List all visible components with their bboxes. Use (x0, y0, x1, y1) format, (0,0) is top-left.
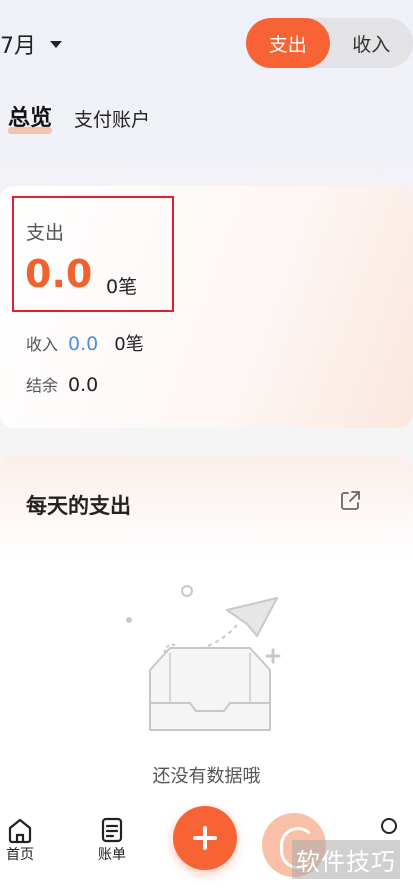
tab-overview[interactable]: 总览 (8, 100, 53, 134)
income-count: 0笔 (114, 334, 144, 355)
expense-value: 0.0 (25, 252, 93, 296)
share-icon[interactable] (338, 489, 362, 513)
empty-state-text: 还没有数据哦 (152, 766, 261, 787)
bill-icon (101, 817, 123, 843)
nav-home[interactable]: 首页 (0, 816, 44, 864)
nav-bills-label: 账单 (98, 847, 126, 863)
month-selector[interactable]: 7月 (0, 28, 62, 60)
nav-bills[interactable]: 账单 (88, 816, 136, 864)
income-label: 收入 (26, 335, 59, 354)
income-value: 0.0 (68, 333, 99, 355)
nav-home-label: 首页 (6, 847, 34, 863)
empty-box-illustration (126, 585, 281, 731)
balance-value: 0.0 (68, 374, 99, 396)
expense-count: 0笔 (106, 276, 138, 298)
caret-down-icon (50, 40, 62, 48)
view-tabs: 总览 支付账户 (8, 100, 150, 134)
balance-label: 结余 (26, 376, 59, 395)
watermark: 软件技巧 (292, 840, 400, 879)
add-record-button[interactable] (173, 806, 237, 870)
tab-payment-account[interactable]: 支付账户 (74, 105, 150, 132)
toggle-income[interactable]: 收入 (330, 18, 413, 68)
plus-icon (193, 826, 217, 850)
month-label: 7月 (0, 34, 36, 59)
balance-row: 结余 0.0 (26, 372, 98, 396)
home-icon (8, 818, 32, 844)
toggle-expense[interactable]: 支出 (246, 18, 330, 68)
expense-income-toggle: 支出 收入 (246, 18, 413, 68)
nav-profile-icon[interactable] (381, 818, 397, 834)
daily-expense-title: 每天的支出 (26, 494, 131, 518)
income-row: 收入 0.0 0笔 (26, 330, 144, 356)
expense-label: 支出 (26, 222, 65, 244)
